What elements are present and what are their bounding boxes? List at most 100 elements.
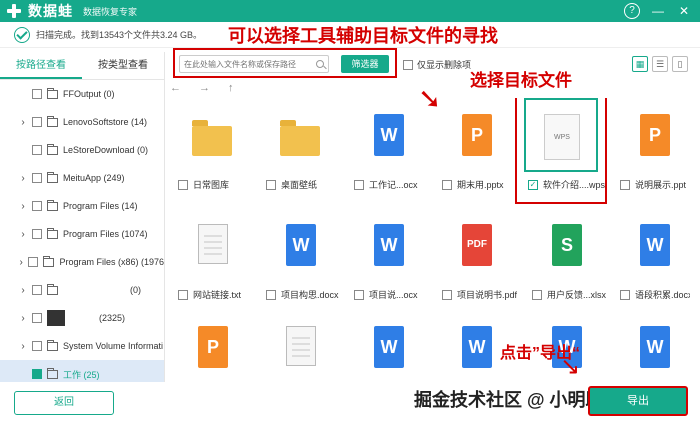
file-tile[interactable]: 网站链接.txt [174,208,248,301]
checkbox[interactable] [620,289,630,300]
chevron-right-icon[interactable]: › [18,173,28,184]
tree-item[interactable]: › LenovoSoftstore (14) [0,108,164,136]
checkbox[interactable] [620,179,630,190]
checkbox[interactable] [354,289,364,300]
tree-item-label: (2325) [99,313,126,323]
checkbox[interactable] [178,289,188,300]
nav-up-icon[interactable]: ↑ [228,82,234,96]
checkbox[interactable] [32,285,42,295]
back-button[interactable]: 返回 [14,391,114,415]
chevron-right-icon[interactable]: › [18,257,24,268]
file-tile[interactable]: W [350,310,424,382]
checkbox[interactable] [28,257,39,267]
folder-icon [47,227,58,239]
minimize-button[interactable]: — [650,3,666,19]
tree-item[interactable]: › MeituApp (249) [0,164,164,192]
detail-view-icon[interactable]: ▯ [672,56,688,72]
file-name: 软件介绍....wps [543,180,606,190]
folder-icon [47,87,58,99]
nav-forward-icon[interactable]: → [199,82,210,96]
folder-icon [47,199,58,211]
search-icon[interactable] [316,60,324,68]
tree-item[interactable]: › Program Files (14) [0,192,164,220]
chevron-right-icon[interactable]: › [18,313,28,324]
app-title: 数据蛙 [28,3,73,19]
file-tile[interactable]: PDF 项目说明书.pdf [438,208,517,301]
checkbox[interactable] [403,59,413,70]
checkbox[interactable] [32,313,42,323]
chevron-right-icon[interactable]: › [18,285,28,296]
file-tile[interactable]: 日常图库 [174,98,248,191]
word-icon: W [374,326,404,368]
file-tile-selected[interactable]: WPS ✓ 软件介绍....wps [524,98,605,191]
list-view-icon[interactable]: ☰ [652,56,668,72]
checkbox[interactable] [266,289,276,300]
checkbox[interactable] [32,229,42,239]
folder-icon [47,367,58,379]
chevron-right-icon[interactable]: › [18,341,28,352]
checkbox[interactable] [32,89,42,99]
show-deleted-toggle[interactable]: 仅显示删除项 [403,58,471,71]
close-button[interactable]: ✕ [676,3,692,19]
text-icon [286,326,316,366]
checkbox[interactable] [32,145,42,155]
excel-icon: S [552,224,582,266]
checkbox[interactable] [266,179,276,190]
file-tile[interactable] [262,310,336,382]
file-name: 用户反馈...xlsx [547,290,607,300]
tab-by-path[interactable]: 按路径查看 [0,52,82,79]
folder-icon [47,283,58,295]
word-icon: W [462,326,492,368]
text-icon [198,224,228,264]
tree-item[interactable]: › System Volume Informati [0,332,164,360]
chevron-right-icon[interactable]: › [18,201,28,212]
file-tile[interactable]: P 期末用.pptx [438,98,512,191]
file-tile[interactable]: W [616,310,690,382]
pdf-icon: PDF [462,224,492,266]
checkbox[interactable] [532,289,542,300]
checkbox[interactable] [32,201,42,211]
redacted-folder-name [47,310,65,326]
file-tile[interactable]: W 项目构思.docx [262,208,339,301]
tree-item[interactable]: › (0) [0,276,164,304]
file-tile[interactable]: W 语段积累.docx [616,208,690,301]
filter-button[interactable]: 筛选器 [341,55,389,73]
file-tile[interactable]: P 说明展示.ppt [616,98,690,191]
tab-by-type[interactable]: 按类型查看 [82,52,164,79]
ppt-icon: P [462,114,492,156]
file-tile[interactable]: S 用户反馈...xlsx [528,208,606,301]
file-tile[interactable]: W 项目说...ocx [350,208,424,301]
toolbar: 筛选器 仅显示删除项 ▦ ☰ ▯ [165,48,700,80]
checkbox-checked[interactable]: ✓ [528,179,538,190]
tree-item-label: 工作 (25) [63,369,100,380]
tree-item[interactable]: › FFOutput (0) [0,80,164,108]
tree-item[interactable]: › Program Files (x86) (1976 [0,248,164,276]
tree-item-selected[interactable]: ⌄ 工作 (25) [0,360,164,382]
checkbox[interactable] [32,341,42,351]
tree-item[interactable]: › (2325) [0,304,164,332]
search-input[interactable] [184,59,314,69]
view-tabs: 按路径查看 按类型查看 [0,52,164,80]
file-grid: 日常图库 桌面壁纸 W 工作记...ocx P 期末用.pptx W P S ✓ 软件… [170,98,690,382]
checkbox[interactable] [354,179,364,190]
word-icon: W [286,224,316,266]
file-tile[interactable]: P [174,310,248,382]
chevron-right-icon[interactable]: › [18,117,28,128]
tree-item[interactable]: › Program Files (1074) [0,220,164,248]
checkbox[interactable] [178,179,188,190]
help-button[interactable]: ? [624,3,640,19]
nav-back-icon[interactable]: ← [170,82,181,96]
checkbox[interactable] [442,289,452,300]
grid-view-icon[interactable]: ▦ [632,56,648,72]
scan-status-text: 扫描完成。找到13543个文件共3.24 GB。 [36,30,203,40]
checkbox[interactable] [32,173,42,183]
export-button[interactable]: 导出 [588,386,688,416]
checkbox[interactable] [32,117,42,127]
chevron-right-icon[interactable]: › [18,229,28,240]
file-tile[interactable]: 桌面壁纸 [262,98,336,191]
checkbox[interactable] [442,179,452,190]
tree-item[interactable]: › LeStoreDownload (0) [0,136,164,164]
search-box[interactable] [179,55,329,73]
checkbox-partial[interactable] [32,369,42,379]
file-tile[interactable]: W 工作记...ocx [350,98,424,191]
